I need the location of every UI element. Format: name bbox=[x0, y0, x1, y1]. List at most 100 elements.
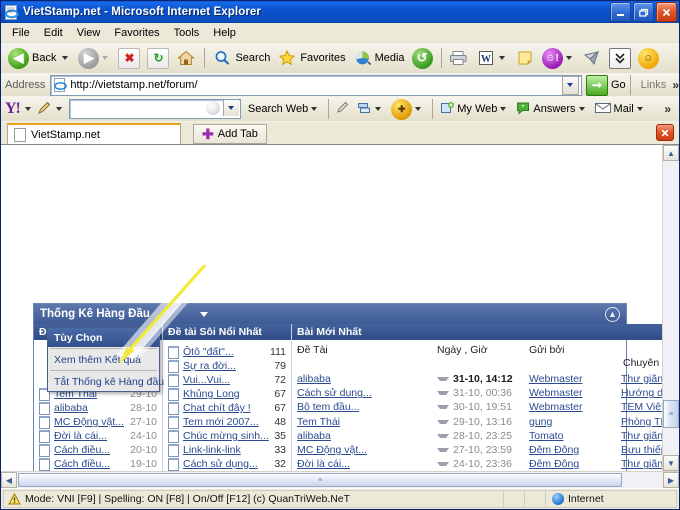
chevron-down-icon[interactable] bbox=[62, 56, 69, 60]
topic-link[interactable]: Cách sử dụng... bbox=[297, 387, 372, 399]
menu-item-help[interactable]: Help bbox=[206, 25, 243, 41]
tab-vietstamp[interactable]: VietStamp.net bbox=[7, 123, 181, 144]
table-row[interactable]: MC Động vật... 27-10, 23:59 Đêm Đông Bưu th… bbox=[292, 443, 662, 457]
list-item[interactable]: alibaba 28-10 bbox=[39, 401, 157, 415]
menu-item-favorites[interactable]: Favorites bbox=[107, 25, 166, 41]
horizontal-scrollbar[interactable]: ◀ ≡ ▶ bbox=[1, 471, 679, 488]
goto-post-icon[interactable] bbox=[437, 433, 449, 438]
table-row[interactable]: alibaba 28-10, 23:25Tomato Thư giãn &... bbox=[292, 429, 662, 443]
chevron-down-icon[interactable] bbox=[311, 107, 318, 111]
list-item[interactable]: Vui...Vui... 72 bbox=[168, 373, 286, 387]
chevron-down-icon[interactable] bbox=[55, 107, 62, 111]
author-link[interactable]: Đêm Đông bbox=[529, 444, 579, 456]
list-item-label[interactable]: Sự ra đời... bbox=[183, 360, 270, 372]
author-link[interactable]: Đêm Đông bbox=[529, 458, 579, 470]
security-zone-cell[interactable]: Internet bbox=[545, 490, 677, 508]
restore-button[interactable] bbox=[633, 2, 654, 22]
author-link[interactable]: Webmaster bbox=[529, 387, 583, 399]
chevron-down-icon[interactable] bbox=[200, 311, 208, 317]
vertical-scroll-thumb[interactable]: ≡ bbox=[663, 400, 679, 428]
dropdown-item-more-results[interactable]: Xem thêm Kết quả bbox=[48, 350, 159, 369]
table-row[interactable]: Bộ tem đầu... 30-10, 19:51 Webmaster TEM Vi… bbox=[292, 400, 662, 414]
topic-link[interactable]: alibaba bbox=[297, 373, 331, 385]
yahoo-search-dropdown[interactable] bbox=[222, 100, 239, 116]
home-button[interactable] bbox=[173, 46, 199, 70]
category-link[interactable]: Hướng dẫn... bbox=[621, 387, 662, 399]
yahoo-messenger-button[interactable]: ☺! bbox=[539, 46, 578, 70]
menu-item-edit[interactable]: Edit bbox=[37, 25, 70, 41]
goto-post-icon[interactable] bbox=[437, 391, 449, 396]
list-item[interactable]: Đời là cái... 24-10 bbox=[39, 429, 157, 443]
list-item-label[interactable]: Cách sử dụng... bbox=[183, 458, 270, 470]
edit-word-button[interactable]: W bbox=[473, 46, 511, 70]
chevron-down-icon[interactable] bbox=[578, 107, 585, 111]
refresh-button[interactable]: ↻ bbox=[144, 46, 172, 70]
table-row[interactable]: Đời là cái... 24-10, 23:36 Đêm Đông Thư giã… bbox=[292, 457, 662, 471]
list-item-label[interactable]: alibaba bbox=[54, 402, 126, 414]
list-item[interactable]: Cách điều... 20-10 bbox=[39, 443, 157, 457]
list-item[interactable]: Tem mới 2007... 48 bbox=[168, 415, 286, 429]
list-item[interactable]: Chúc mừng sinh... 35 bbox=[168, 429, 286, 443]
favorites-button[interactable]: Favorites bbox=[274, 46, 348, 70]
pencil2-button[interactable] bbox=[333, 97, 353, 121]
stop-button[interactable]: ✖ bbox=[115, 46, 143, 70]
pencil-button[interactable] bbox=[34, 97, 68, 121]
list-item[interactable]: Cách sử dụng... 32 bbox=[168, 457, 286, 471]
table-row[interactable]: Cách sử dụng... 31-10, 00:36 Webmaster Hướn… bbox=[292, 386, 662, 400]
mail-send-button[interactable] bbox=[579, 46, 605, 70]
list-item[interactable]: Khủng Long 67 bbox=[168, 387, 286, 401]
close-button[interactable] bbox=[656, 2, 677, 22]
list-item[interactable]: Sự ra đời... 79 bbox=[168, 359, 286, 373]
list-item-label[interactable]: Vui...Vui... bbox=[183, 374, 270, 386]
history-button[interactable]: ↺ bbox=[409, 46, 436, 70]
scroll-right-button[interactable]: ▶ bbox=[663, 472, 679, 488]
anti-spy-button[interactable]: ✚ bbox=[388, 97, 427, 121]
close-tab-button[interactable] bbox=[656, 124, 674, 141]
chevron-down-icon[interactable] bbox=[375, 107, 382, 111]
author-link[interactable]: Tomato bbox=[529, 430, 563, 442]
horizontal-scroll-thumb[interactable]: ≡ bbox=[18, 473, 622, 487]
download-button[interactable] bbox=[606, 46, 634, 70]
category-link[interactable]: Thư giãn &... bbox=[621, 373, 662, 385]
widget-title-bar[interactable]: Thống Kê Hàng Đầu ▲ bbox=[34, 304, 626, 324]
list-item-label[interactable]: Tem mới 2007... bbox=[183, 416, 270, 428]
toolbar-overflow-button[interactable]: » bbox=[672, 78, 679, 92]
menu-item-view[interactable]: View bbox=[70, 25, 108, 41]
address-dropdown-button[interactable] bbox=[561, 75, 579, 95]
emoticon-button[interactable]: ☺ bbox=[635, 46, 662, 70]
yahoo-search-input[interactable] bbox=[68, 99, 241, 119]
scroll-down-button[interactable]: ▼ bbox=[663, 455, 679, 471]
author-link[interactable]: Webmaster bbox=[529, 373, 583, 385]
list-item-label[interactable]: Chúc mừng sinh... bbox=[183, 430, 270, 442]
list-item-label[interactable]: Khủng Long bbox=[183, 388, 270, 400]
add-tab-button[interactable]: ✚ Add Tab bbox=[193, 124, 267, 144]
topic-link[interactable]: Đời là cái... bbox=[297, 458, 350, 470]
mail-button[interactable]: Mail bbox=[592, 97, 649, 121]
chevron-down-icon[interactable] bbox=[498, 56, 505, 60]
list-item[interactable]: Chat chít đây ! 67 bbox=[168, 401, 286, 415]
print-button[interactable] bbox=[446, 46, 472, 70]
collapse-icon[interactable]: ▲ bbox=[605, 306, 620, 322]
list-item[interactable]: Cách điều... 19-10 bbox=[39, 457, 157, 471]
scroll-up-button[interactable]: ▲ bbox=[663, 145, 679, 161]
list-item-label[interactable]: Ôtô "đất"... bbox=[183, 346, 266, 358]
category-link[interactable]: Bưu thiếp... bbox=[621, 444, 662, 456]
table-row[interactable]: Tem Thái 29-10, 13:16gung Phòng TB của... bbox=[292, 415, 662, 429]
answers-button[interactable]: * Answers bbox=[513, 97, 590, 121]
goto-post-icon[interactable] bbox=[437, 419, 449, 424]
list-item-label[interactable]: Link-link-link bbox=[183, 444, 270, 456]
goto-post-icon[interactable] bbox=[437, 462, 449, 467]
search-button[interactable]: Search bbox=[209, 46, 273, 70]
links-label[interactable]: Links bbox=[641, 79, 667, 91]
list-item-label[interactable]: Cách điều... bbox=[54, 458, 126, 470]
goto-post-icon[interactable] bbox=[437, 377, 449, 382]
vertical-scrollbar[interactable]: ▲ ≡ ▼ bbox=[662, 145, 679, 471]
minimize-button[interactable] bbox=[610, 2, 631, 22]
topic-link[interactable]: Bộ tem đầu... bbox=[297, 401, 359, 413]
go-button[interactable]: ➞ Go bbox=[585, 74, 626, 96]
scroll-left-button[interactable]: ◀ bbox=[1, 472, 17, 488]
forward-button[interactable]: ▶ bbox=[75, 46, 114, 70]
chevron-down-icon[interactable] bbox=[24, 107, 31, 111]
table-row[interactable]: alibaba 31-10, 14:12Webmaster Thư giãn &..… bbox=[292, 372, 662, 386]
list-item-label[interactable]: Chat chít đây ! bbox=[183, 402, 270, 414]
